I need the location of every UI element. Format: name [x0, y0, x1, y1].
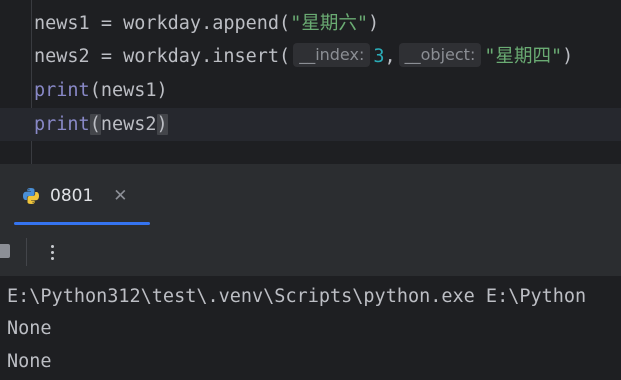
run-tab-0801[interactable]: 0801 ✕	[22, 179, 128, 213]
builtin-function: print	[34, 114, 90, 135]
matched-paren-close: )	[156, 114, 168, 135]
tab-label: 0801	[50, 186, 94, 206]
run-tool-window-header: 0801 ✕	[0, 164, 621, 228]
code-text: ,	[384, 46, 396, 67]
python-icon	[23, 188, 39, 204]
code-text: (news1)	[89, 80, 168, 101]
console-line: E:\Python312\test\.venv\Scripts\python.e…	[7, 286, 587, 307]
ide-window: news1 = workday.append("星期六") news2 = wo…	[0, 0, 621, 380]
console-line: None	[7, 318, 52, 339]
more-vertical-icon[interactable]	[44, 240, 60, 264]
string-literal: "星期六"	[290, 13, 368, 34]
code-text: news2 = workday.insert(	[34, 46, 291, 67]
stop-icon[interactable]	[0, 244, 10, 258]
code-text: news1 = workday.append(	[34, 13, 291, 34]
builtin-function: print	[34, 80, 90, 101]
code-line-3[interactable]: print(news1)	[34, 76, 168, 106]
parameter-hint-index: __index:	[293, 43, 371, 67]
matched-paren-open: (	[89, 114, 101, 135]
console-line: None	[7, 351, 52, 372]
code-text: news2	[100, 114, 157, 135]
code-line-4[interactable]: print(news2)	[34, 110, 168, 140]
code-text: )	[562, 46, 574, 67]
code-editor[interactable]: news1 = workday.append("星期六") news2 = wo…	[0, 0, 621, 164]
run-toolbar	[0, 228, 621, 276]
string-literal: "星期四"	[484, 46, 563, 67]
toolbar-separator	[26, 238, 27, 266]
number-literal: 3	[373, 46, 385, 67]
active-tab-indicator	[14, 222, 150, 225]
close-icon[interactable]: ✕	[113, 187, 127, 205]
code-line-2[interactable]: news2 = workday.insert(__index: 3, __objec…	[34, 42, 573, 72]
code-text: )	[367, 13, 380, 34]
console-output[interactable]: E:\Python312\test\.venv\Scripts\python.e…	[0, 276, 621, 380]
parameter-hint-object: __object:	[398, 43, 482, 67]
code-line-1[interactable]: news1 = workday.append("星期六")	[34, 9, 379, 39]
